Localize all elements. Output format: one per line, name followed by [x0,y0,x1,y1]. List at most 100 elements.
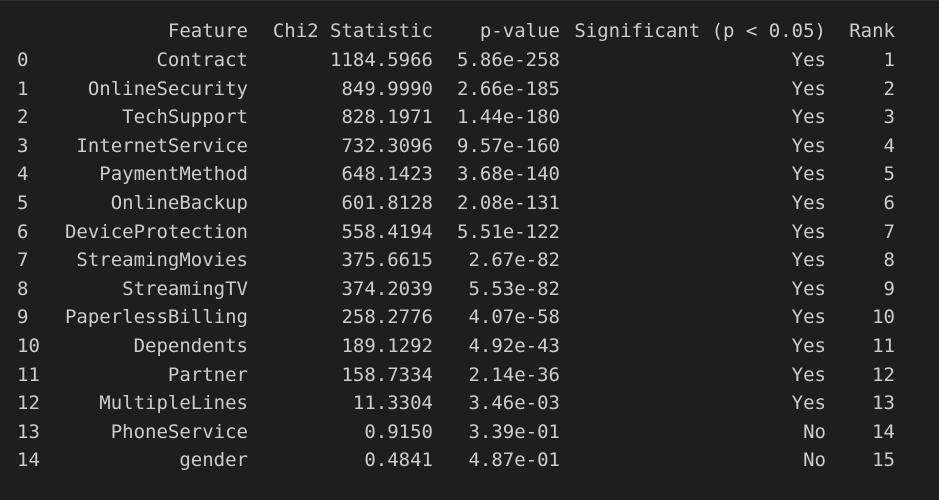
feature-cell: gender [179,449,248,471]
p-value-cell: 4.07e-58 [468,306,560,328]
rank-cell: 13 [872,392,895,414]
chi2-statistic-cell: 1184.5966 [330,49,433,71]
header-chi2-statistic: Chi2 Statistic [272,20,433,42]
significant-cell: Yes [791,106,826,128]
significant-cell: Yes [791,392,826,414]
row-index: 10 [17,335,40,357]
p-value-cell: 3.39e-01 [468,421,560,443]
header-feature: Feature [167,20,248,42]
rank-cell: 2 [883,78,895,100]
p-value-cell: 9.57e-160 [457,135,560,157]
significant-cell: Yes [791,364,826,386]
chi2-statistic-cell: 374.2039 [341,278,433,300]
header-rank: Rank [849,20,895,42]
rank-cell: 8 [883,249,895,271]
significant-cell: Yes [791,306,826,328]
significant-cell: No [803,449,826,471]
rank-cell: 5 [883,163,895,185]
p-value-cell: 2.66e-185 [457,78,560,100]
p-value-cell: 1.44e-180 [457,106,560,128]
table-row: 14 gender 0.4841 4.87e-01 No 15 [0,446,939,474]
dataframe-output: Feature Chi2 Statistic p-value Significa… [0,0,939,500]
feature-cell: Dependents [133,335,248,357]
significant-cell: Yes [791,335,826,357]
p-value-cell: 3.68e-140 [457,163,560,185]
table-row: 7 StreamingMovies 375.6615 2.67e-82 Yes 8 [0,246,939,274]
row-index: 1 [17,78,29,100]
feature-cell: Partner [167,364,248,386]
row-index: 4 [17,163,29,185]
table-row: 2 TechSupport 828.1971 1.44e-180 Yes 3 [0,103,939,131]
row-index: 2 [17,106,29,128]
p-value-cell: 3.46e-03 [468,392,560,414]
table-row: 13 PhoneService 0.9150 3.39e-01 No 14 [0,418,939,446]
row-index: 12 [17,392,40,414]
chi2-statistic-cell: 732.3096 [341,135,433,157]
feature-cell: StreamingTV [122,278,248,300]
table-row: 3 InternetService 732.3096 9.57e-160 Yes 4 [0,132,939,160]
feature-cell: OnlineBackup [110,192,248,214]
rank-cell: 3 [883,106,895,128]
rank-cell: 7 [883,221,895,243]
rank-cell: 1 [883,49,895,71]
significant-cell: Yes [791,135,826,157]
row-index: 3 [17,135,29,157]
row-index: 14 [17,449,40,471]
table-row: 1 OnlineSecurity 849.9990 2.66e-185 Yes 2 [0,75,939,103]
row-index: 13 [17,421,40,443]
table-header-row: Feature Chi2 Statistic p-value Significa… [0,17,939,45]
chi2-statistic-cell: 258.2776 [341,306,433,328]
p-value-cell: 2.67e-82 [468,249,560,271]
rank-cell: 10 [872,306,895,328]
rank-cell: 11 [872,335,895,357]
feature-cell: MultipleLines [99,392,248,414]
table-row: 10 Dependents 189.1292 4.92e-43 Yes 11 [0,332,939,360]
significant-cell: Yes [791,278,826,300]
header-significant: Significant (p < 0.05) [574,20,826,42]
chi2-statistic-cell: 648.1423 [341,163,433,185]
significant-cell: Yes [791,192,826,214]
chi2-statistic-cell: 11.3304 [352,392,433,414]
table-row: 12 MultipleLines 11.3304 3.46e-03 Yes 13 [0,389,939,417]
chi2-statistic-cell: 601.8128 [341,192,433,214]
row-index: 11 [17,364,40,386]
p-value-cell: 2.14e-36 [468,364,560,386]
p-value-cell: 4.87e-01 [468,449,560,471]
rank-cell: 9 [883,278,895,300]
row-index: 7 [17,249,29,271]
chi2-statistic-cell: 828.1971 [341,106,433,128]
significant-cell: Yes [791,249,826,271]
row-index: 6 [17,221,29,243]
table-row: 8 StreamingTV 374.2039 5.53e-82 Yes 9 [0,275,939,303]
header-p-value: p-value [479,20,560,42]
significant-cell: No [803,421,826,443]
p-value-cell: 5.51e-122 [457,221,560,243]
rank-cell: 12 [872,364,895,386]
table-row: 5 OnlineBackup 601.8128 2.08e-131 Yes 6 [0,189,939,217]
chi2-statistic-cell: 158.7334 [341,364,433,386]
feature-cell: TechSupport [122,106,248,128]
p-value-cell: 2.08e-131 [457,192,560,214]
rank-cell: 6 [883,192,895,214]
rank-cell: 4 [883,135,895,157]
p-value-cell: 5.53e-82 [468,278,560,300]
feature-cell: PaperlessBilling [64,306,248,328]
rank-cell: 14 [872,421,895,443]
chi2-statistic-cell: 189.1292 [341,335,433,357]
rank-cell: 15 [872,449,895,471]
significant-cell: Yes [791,163,826,185]
feature-cell: StreamingMovies [76,249,248,271]
table-row: 0 Contract 1184.5966 5.86e-258 Yes 1 [0,46,939,74]
p-value-cell: 4.92e-43 [468,335,560,357]
feature-cell: PaymentMethod [99,163,248,185]
table-row: 9 PaperlessBilling 258.2776 4.07e-58 Yes 10 [0,303,939,331]
chi2-statistic-cell: 849.9990 [341,78,433,100]
chi2-statistic-cell: 375.6615 [341,249,433,271]
row-index: 8 [17,278,29,300]
table-row: 11 Partner 158.7334 2.14e-36 Yes 12 [0,361,939,389]
feature-cell: PhoneService [110,421,248,443]
chi2-statistic-cell: 558.4194 [341,221,433,243]
row-index: 9 [17,306,29,328]
feature-cell: Contract [156,49,248,71]
significant-cell: Yes [791,49,826,71]
